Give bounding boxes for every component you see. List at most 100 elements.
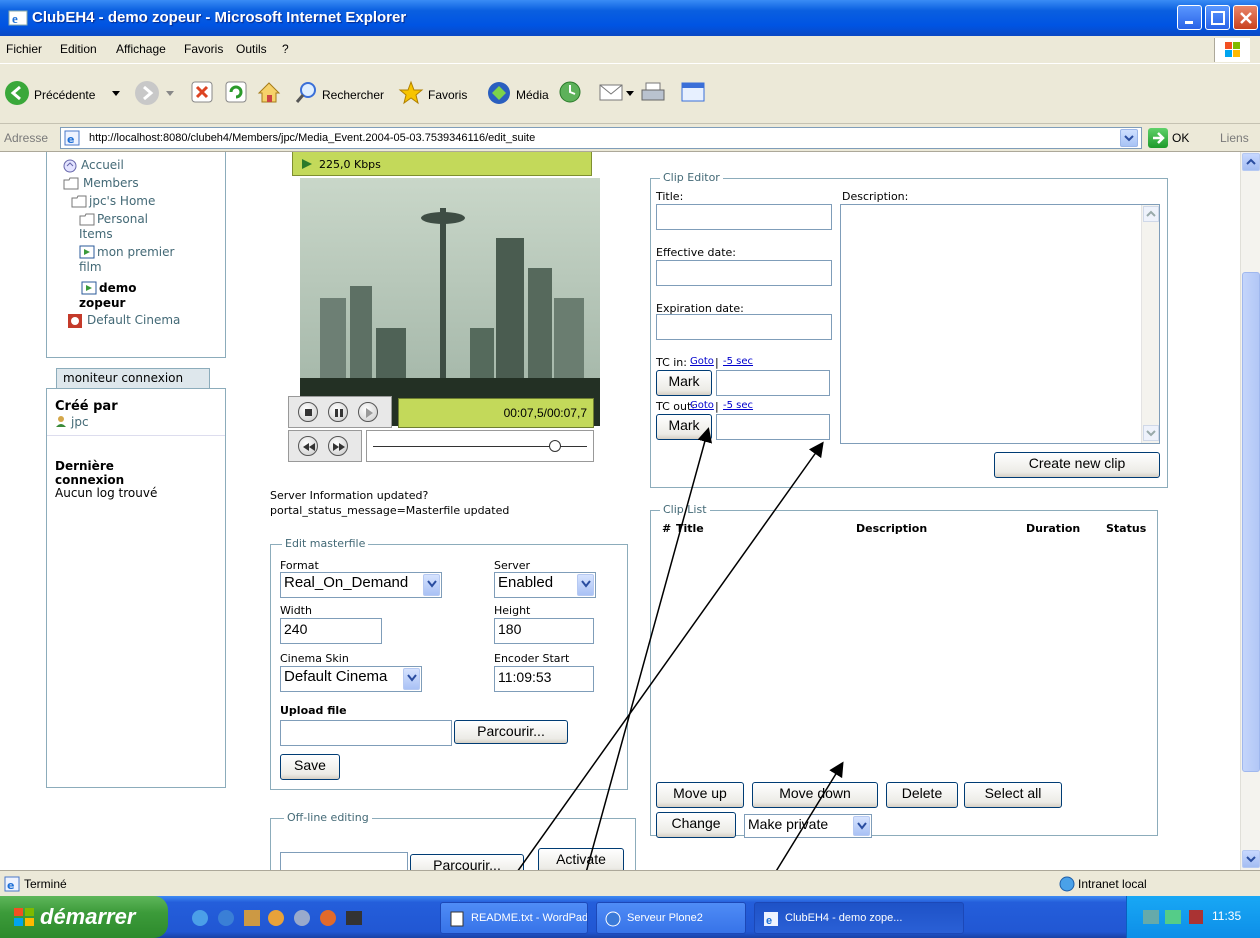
scroll-down-button[interactable]	[1242, 850, 1260, 868]
move-down-button[interactable]: Move down	[752, 782, 878, 808]
task-wordpad[interactable]: README.txt - WordPad	[440, 902, 588, 934]
cinema-skin-dropdown[interactable]	[403, 668, 420, 690]
home-icon[interactable]	[256, 80, 282, 104]
nav-film[interactable]: film	[79, 260, 102, 275]
back-arrow-icon[interactable]	[4, 80, 30, 106]
close-button[interactable]	[1233, 5, 1258, 30]
stop-button[interactable]	[298, 402, 318, 422]
history-icon[interactable]	[558, 80, 582, 104]
links-label[interactable]: Liens	[1220, 131, 1249, 145]
nav-items[interactable]: Items	[79, 227, 113, 242]
forward-arrow-icon[interactable]	[134, 80, 160, 106]
fast-forward-button[interactable]	[328, 436, 348, 456]
format-select[interactable]: Real_On_Demand	[280, 572, 442, 598]
play-button[interactable]	[358, 402, 378, 422]
effective-date-input[interactable]	[656, 260, 832, 286]
edit-page-icon[interactable]	[680, 80, 706, 104]
tc-in-input[interactable]	[716, 370, 830, 396]
scroll-thumb[interactable]	[1242, 272, 1260, 772]
clip-description-textarea[interactable]	[840, 204, 1160, 444]
tc-out-input[interactable]	[716, 414, 830, 440]
favorites-star-icon[interactable]	[398, 80, 424, 106]
back-button-label[interactable]: Précédente	[34, 88, 95, 102]
page-scrollbar[interactable]	[1240, 152, 1260, 870]
menu-help[interactable]: ?	[282, 42, 289, 56]
minimize-button[interactable]	[1177, 5, 1202, 30]
refresh-icon[interactable]	[224, 80, 248, 104]
menu-affichage[interactable]: Affichage	[116, 42, 166, 56]
print-icon[interactable]	[640, 80, 666, 104]
select-all-button[interactable]: Select all	[964, 782, 1062, 808]
textarea-scroll-down[interactable]	[1143, 425, 1159, 441]
tc-in-goto-link[interactable]: Goto	[690, 356, 714, 367]
menu-edition[interactable]: Edition	[60, 42, 97, 56]
search-icon[interactable]	[294, 80, 320, 106]
stop-icon[interactable]	[190, 80, 214, 104]
encoder-start-input[interactable]: 11:09:53	[494, 666, 594, 692]
clip-title-input[interactable]	[656, 204, 832, 230]
back-dropdown-icon[interactable]	[112, 91, 120, 97]
go-button[interactable]	[1148, 128, 1168, 148]
activate-button[interactable]: Activate	[538, 848, 624, 870]
width-input[interactable]: 240	[280, 618, 382, 644]
tray-icons[interactable]	[1141, 908, 1211, 926]
rewind-button[interactable]	[298, 436, 318, 456]
upload-file-input[interactable]	[280, 720, 452, 746]
server-dropdown[interactable]	[577, 574, 594, 596]
start-button[interactable]: démarrer	[0, 896, 168, 938]
media-button-label[interactable]: Média	[516, 88, 549, 102]
delete-button[interactable]: Delete	[886, 782, 958, 808]
privacy-select[interactable]: Make private	[744, 814, 872, 838]
cinema-skin-select[interactable]: Default Cinema	[280, 666, 422, 692]
nav-mon-premier[interactable]: mon premier	[97, 245, 174, 260]
textarea-scroll-up[interactable]	[1143, 206, 1159, 222]
go-label[interactable]: OK	[1172, 131, 1189, 145]
tc-out-mark-button[interactable]: Mark	[656, 414, 712, 440]
mail-icon[interactable]	[598, 80, 624, 104]
privacy-dropdown[interactable]	[853, 816, 870, 836]
favorites-button-label[interactable]: Favoris	[428, 88, 467, 102]
menu-outils[interactable]: Outils	[236, 42, 267, 56]
maximize-button[interactable]	[1205, 5, 1230, 30]
nav-jpc-home[interactable]: jpc's Home	[89, 194, 155, 209]
task-plone-server[interactable]: Serveur Plone2	[596, 902, 746, 934]
forward-dropdown-icon[interactable]	[166, 91, 174, 97]
mail-dropdown-icon[interactable]	[626, 91, 634, 97]
window-titlebar[interactable]: e ClubEH4 - demo zopeur - Microsoft Inte…	[0, 0, 1260, 36]
address-input[interactable]: http://localhost:8080/clubeh4/Members/jp…	[60, 127, 1142, 149]
nav-members[interactable]: Members	[83, 176, 139, 191]
menu-favoris[interactable]: Favoris	[184, 42, 223, 56]
scroll-up-button[interactable]	[1242, 153, 1260, 171]
height-input[interactable]: 180	[494, 618, 594, 644]
search-button-label[interactable]: Rechercher	[322, 88, 384, 102]
nav-default-cinema[interactable]: Default Cinema	[87, 313, 180, 328]
address-dropdown-button[interactable]	[1120, 129, 1138, 147]
format-dropdown[interactable]	[423, 574, 440, 596]
media-icon[interactable]	[486, 80, 512, 106]
change-button[interactable]: Change	[656, 812, 736, 838]
browse-button[interactable]: Parcourir...	[454, 720, 568, 744]
textarea-scrollbar[interactable]	[1141, 205, 1159, 443]
offline-browse-button[interactable]: Parcourir...	[410, 854, 524, 870]
nav-demo[interactable]: demo	[99, 281, 136, 296]
nav-personal[interactable]: Personal	[97, 212, 148, 227]
move-up-button[interactable]: Move up	[656, 782, 744, 808]
slider-thumb[interactable]	[548, 440, 561, 452]
save-button[interactable]: Save	[280, 754, 340, 780]
expiration-date-input[interactable]	[656, 314, 832, 340]
quick-launch-icons[interactable]	[190, 908, 380, 928]
create-new-clip-button[interactable]: Create new clip	[994, 452, 1160, 478]
nav-zopeur[interactable]: zopeur	[79, 296, 125, 311]
position-slider[interactable]	[366, 430, 594, 462]
tc-in-mark-button[interactable]: Mark	[656, 370, 712, 396]
nav-accueil[interactable]: Accueil	[81, 158, 124, 173]
server-select[interactable]: Enabled	[494, 572, 596, 598]
task-ie-clubeh4[interactable]: e ClubEH4 - demo zope...	[754, 902, 964, 934]
tc-in-minus5-link[interactable]: -5 sec	[723, 356, 753, 367]
tc-out-goto-link[interactable]: Goto	[690, 400, 714, 411]
offline-file-input[interactable]	[280, 852, 408, 870]
menu-fichier[interactable]: Fichier	[6, 42, 42, 56]
tc-out-minus5-link[interactable]: -5 sec	[723, 400, 753, 411]
created-by-value[interactable]: jpc	[71, 415, 89, 429]
pause-button[interactable]	[328, 402, 348, 422]
